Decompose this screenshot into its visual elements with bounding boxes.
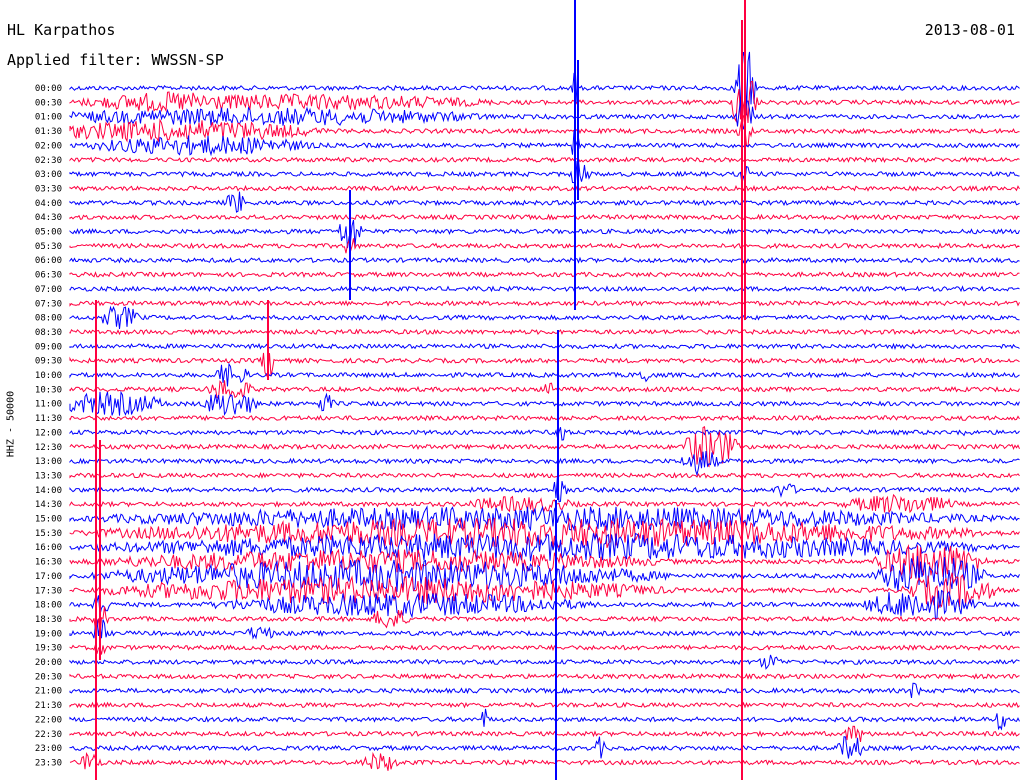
time-tick-label: 16:00	[35, 543, 62, 553]
time-tick-label: 07:30	[35, 299, 62, 309]
time-tick-label: 15:30	[35, 529, 62, 539]
trace-line	[69, 213, 1020, 221]
time-tick-label: 04:30	[35, 213, 62, 223]
trace-line	[69, 130, 1020, 157]
time-tick-label: 04:00	[35, 199, 62, 209]
trace-line	[69, 471, 1020, 479]
time-tick-label: 06:30	[35, 271, 62, 281]
time-tick-label: 09:30	[35, 357, 62, 367]
time-tick-label: 02:00	[35, 141, 62, 151]
time-tick-label: 05:00	[35, 228, 62, 238]
time-tick-label: 21:30	[35, 701, 62, 711]
time-tick-label: 13:00	[35, 457, 62, 467]
time-tick-label: 23:00	[35, 744, 62, 754]
time-tick-label: 10:00	[35, 371, 62, 381]
time-tick-label: 18:00	[35, 601, 62, 611]
trace-line	[69, 342, 1020, 350]
time-tick-label: 14:30	[35, 500, 62, 510]
trace-line	[69, 156, 1020, 164]
time-tick-label: 20:30	[35, 672, 62, 682]
time-tick-label: 14:00	[35, 486, 62, 496]
time-tick-label: 21:00	[35, 687, 62, 697]
helicorder-plot: 00:00 00:30 01:00 01:30 02:00 02:30 03:00 03:30…	[35, 0, 1020, 780]
trace-line	[69, 299, 1020, 307]
time-tick-label: 13:30	[35, 471, 62, 481]
trace-line	[69, 219, 1020, 249]
time-tick-label: 17:00	[35, 572, 62, 582]
trace-line	[69, 328, 1020, 336]
trace-line	[69, 238, 1020, 254]
trace-line	[69, 191, 1020, 213]
trace-line	[69, 751, 1020, 771]
trace-line	[69, 362, 1020, 387]
trace-line	[69, 644, 1020, 655]
time-tick-labels: 00:00 00:30 01:00 01:30 02:00 02:30 03:00 03:30…	[35, 84, 62, 768]
trace-line	[69, 701, 1020, 709]
time-tick-label: 22:00	[35, 715, 62, 725]
trace-line	[69, 708, 1020, 731]
time-tick-label: 06:00	[35, 256, 62, 266]
time-tick-label: 19:00	[35, 629, 62, 639]
time-tick-label: 02:30	[35, 156, 62, 166]
trace-line	[69, 606, 1020, 637]
time-tick-label: 09:00	[35, 342, 62, 352]
trace-line	[69, 672, 1020, 680]
time-tick-label: 19:30	[35, 644, 62, 654]
trace-line	[69, 390, 1020, 416]
trace-line	[69, 159, 1020, 185]
time-tick-label: 03:30	[35, 184, 62, 194]
time-tick-label: 20:00	[35, 658, 62, 668]
trace-line	[69, 682, 1020, 698]
time-tick-label: 12:00	[35, 428, 62, 438]
time-tick-label: 08:30	[35, 328, 62, 338]
trace-line	[69, 352, 1020, 377]
time-tick-label: 17:30	[35, 586, 62, 596]
trace-line	[69, 305, 1020, 329]
time-tick-label: 01:00	[35, 113, 62, 123]
time-tick-label: 23:30	[35, 758, 62, 768]
time-tick-label: 00:30	[35, 98, 62, 108]
time-tick-label: 11:30	[35, 414, 62, 424]
seismic-traces	[69, 0, 1020, 780]
time-tick-label: 07:00	[35, 285, 62, 295]
time-tick-label: 15:00	[35, 515, 62, 525]
time-tick-label: 00:00	[35, 84, 62, 94]
trace-line	[69, 184, 1020, 193]
trace-line	[69, 380, 1020, 399]
trace-line	[69, 256, 1020, 264]
time-tick-label: 22:30	[35, 730, 62, 740]
trace-line	[69, 451, 1020, 477]
trace-line	[69, 618, 1020, 640]
trace-line	[69, 114, 1020, 148]
trace-line	[69, 427, 1020, 441]
time-tick-label: 10:30	[35, 385, 62, 395]
trace-line	[69, 736, 1020, 759]
time-tick-label: 01:30	[35, 127, 62, 137]
time-tick-label: 08:00	[35, 314, 62, 324]
trace-line	[69, 725, 1020, 742]
time-tick-label: 18:30	[35, 615, 62, 625]
trace-line	[69, 654, 1020, 670]
trace-line	[69, 285, 1020, 293]
time-tick-label: 12:30	[35, 443, 62, 453]
trace-line	[69, 51, 1020, 116]
time-tick-label: 05:30	[35, 242, 62, 252]
time-tick-label: 03:00	[35, 170, 62, 180]
trace-line	[69, 414, 1020, 422]
trace-line	[69, 271, 1020, 279]
time-tick-label: 16:30	[35, 558, 62, 568]
trace-line	[69, 426, 1020, 468]
trace-line	[69, 493, 1020, 514]
time-tick-label: 11:00	[35, 400, 62, 410]
